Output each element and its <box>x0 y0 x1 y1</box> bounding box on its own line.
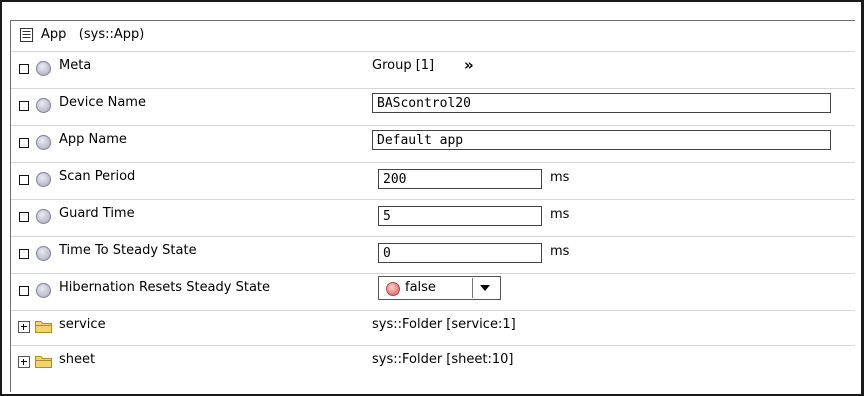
property-row-time-to-steady-state: Time To Steady State 0 ms <box>11 237 855 274</box>
tree-row-sheet[interactable]: sheet sys::Folder [sheet:10] <box>11 346 855 380</box>
false-status-icon <box>386 282 400 296</box>
guard-time-input[interactable]: 5 <box>378 206 542 226</box>
property-name: Scan Period <box>59 169 136 184</box>
unit-label: ms <box>550 170 570 185</box>
property-row-guard-time: Guard Time 5 ms <box>11 200 855 237</box>
row-select-checkbox[interactable] <box>19 212 29 222</box>
device-name-input[interactable]: BAScontrol20 <box>372 93 831 113</box>
slot-icon <box>36 135 51 150</box>
row-select-checkbox[interactable] <box>19 64 29 74</box>
row-select-checkbox[interactable] <box>19 249 29 259</box>
folder-type: sys::Folder [service:1] <box>372 317 516 332</box>
property-sheet-icon <box>20 28 33 42</box>
app-name-input[interactable]: Default app <box>372 130 831 150</box>
tree-row-service[interactable]: service sys::Folder [service:1] <box>11 311 855 346</box>
property-row-hibernation-resets-steady-state: Hibernation Resets Steady State false <box>11 274 855 311</box>
dropdown-arrow-icon[interactable] <box>472 278 497 298</box>
property-row-app-name: App Name Default app <box>11 126 855 163</box>
property-name: Guard Time <box>59 206 135 221</box>
unit-label: ms <box>550 244 570 259</box>
row-select-checkbox[interactable] <box>19 101 29 111</box>
unit-label: ms <box>550 207 570 222</box>
property-name: Meta <box>59 58 92 73</box>
slot-icon <box>36 209 51 224</box>
page-title: App (sys::App) <box>41 27 145 42</box>
slot-icon <box>36 283 51 298</box>
slot-icon <box>36 172 51 187</box>
hibernation-resets-select[interactable]: false <box>378 276 501 300</box>
expand-icon[interactable] <box>18 321 30 333</box>
property-value: Group [1] <box>372 58 435 73</box>
folder-name: service <box>59 317 106 332</box>
select-value: false <box>405 280 436 295</box>
expand-icon[interactable] <box>18 356 30 368</box>
folder-type: sys::Folder [sheet:10] <box>372 352 514 367</box>
window-frame: App (sys::App) Meta Group [1] » Device N… <box>0 0 864 396</box>
double-chevron-right-icon[interactable]: » <box>464 56 474 74</box>
folder-name: sheet <box>59 352 96 367</box>
scan-period-input[interactable]: 200 <box>378 169 542 189</box>
slot-icon <box>36 61 51 76</box>
folder-icon <box>35 321 52 333</box>
property-sheet: App (sys::App) Meta Group [1] » Device N… <box>10 20 855 392</box>
property-name: Device Name <box>59 95 146 110</box>
row-select-checkbox[interactable] <box>19 286 29 296</box>
slot-icon <box>36 246 51 261</box>
row-select-checkbox[interactable] <box>19 138 29 148</box>
property-row-device-name: Device Name BAScontrol20 <box>11 89 855 126</box>
row-select-checkbox[interactable] <box>19 175 29 185</box>
slot-icon <box>36 98 51 113</box>
property-name: Time To Steady State <box>59 243 197 258</box>
time-to-steady-state-input[interactable]: 0 <box>378 243 542 263</box>
property-name: App Name <box>59 132 127 147</box>
folder-icon <box>35 356 52 368</box>
property-name: Hibernation Resets Steady State <box>59 280 271 295</box>
property-row-meta: Meta Group [1] » <box>11 52 855 89</box>
property-sheet-header: App (sys::App) <box>11 21 855 52</box>
property-row-scan-period: Scan Period 200 ms <box>11 163 855 200</box>
